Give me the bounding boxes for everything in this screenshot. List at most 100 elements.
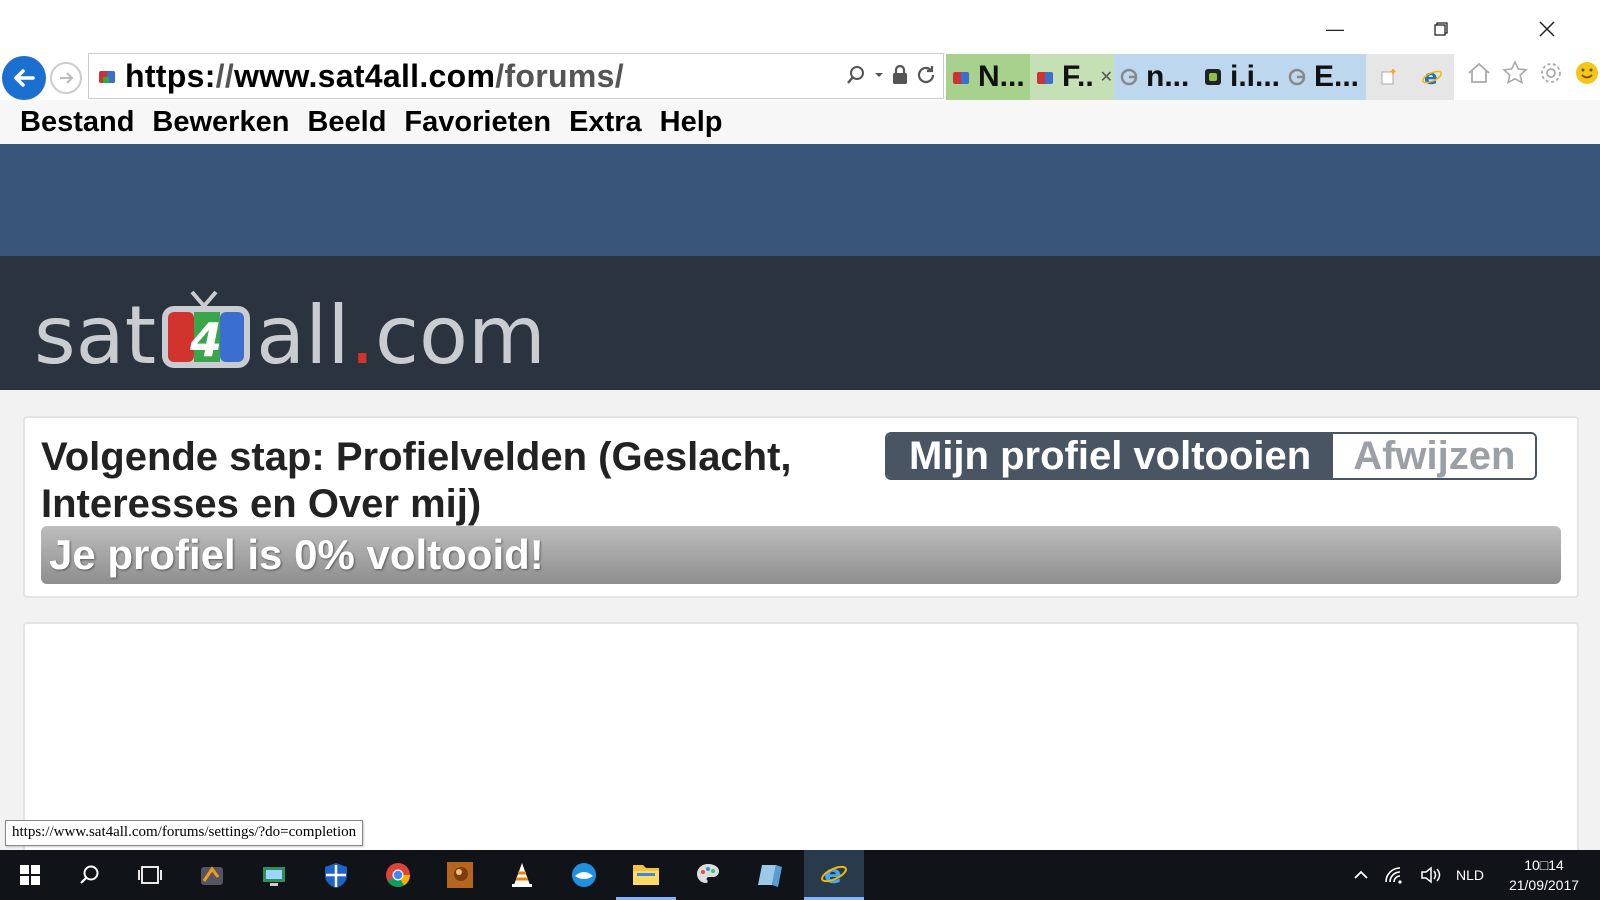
browser-toolbar-right [1466,60,1600,86]
tv-favicon-icon [1037,72,1053,84]
next-step-text: Volgende stap: Profielvelden (Geslacht, … [41,435,792,526]
back-button[interactable] [2,56,46,100]
new-tab-icon [1381,69,1396,85]
taskbar-app-chrome[interactable] [368,850,428,900]
lock-icon[interactable] [891,64,909,86]
dropdown-chevron-icon[interactable] [873,70,885,80]
menu-favorieten[interactable]: Favorieten [404,106,551,139]
url-path: /forums/ [495,57,624,94]
monitor-app-icon [263,867,285,886]
tab-2-label: F.. [1062,60,1094,93]
task-view-button[interactable] [120,850,180,900]
chevron-up-icon[interactable] [1352,868,1370,882]
taskbar-app-tools[interactable] [182,850,242,900]
complete-profile-button[interactable]: Mijn profiel voltooien [887,434,1334,478]
windows-taskbar: e NLD 10□14 21/09/2017 [0,850,1600,900]
svg-text:e: e [1424,66,1438,88]
star-icon[interactable] [1502,60,1528,86]
clock[interactable]: 10□14 21/09/2017 [1498,855,1590,895]
url-slashes: // [215,57,235,94]
svg-text:4: 4 [189,313,222,367]
photo-app-icon [447,862,473,888]
tab-1-label: N... [978,60,1025,93]
smiley-feedback-icon[interactable] [1574,60,1600,86]
tab-4-label: i.i... [1230,60,1281,93]
forward-arrow-icon [60,72,74,84]
window-titlebar: — [0,0,1600,52]
menu-bewerken[interactable]: Bewerken [152,106,289,139]
folder-icon [633,864,659,885]
tab-1[interactable]: N... [946,54,1030,100]
tab-4[interactable]: i.i... [1198,54,1282,100]
ie-tab-button[interactable]: e [1410,54,1454,100]
notes-app-icon [758,865,782,887]
start-button[interactable] [0,850,60,900]
completion-button-group: Mijn profiel voltooien Afwijzen [885,432,1538,480]
address-bar[interactable]: https://www.sat4all.com/forums/ [88,53,944,99]
taskbar-app-monitor[interactable] [244,850,304,900]
new-tab-button[interactable] [1366,54,1410,100]
taskbar-search-button[interactable] [60,850,120,900]
site-logo[interactable]: sat 4 all. com [34,276,546,376]
taskbar-app-explorer[interactable] [616,850,676,900]
tab-3-label: n... [1146,60,1190,93]
navigation-bar: https://www.sat4all.com/forums/ N... F..… [0,52,1600,100]
tab-strip: N... F.. ✕ n... i.i... E... e [946,54,1454,100]
ie-logo-icon: e [1422,66,1442,88]
taskbar-app-vlc[interactable] [492,850,552,900]
menu-bar: Bestand Bewerken Beeld Favorieten Extra … [0,100,1600,144]
gear-icon[interactable] [1538,60,1564,86]
task-view-icon [138,866,162,884]
close-icon[interactable] [1524,14,1570,44]
tab-3[interactable]: n... [1114,54,1198,100]
taskbar-app-paint[interactable] [678,850,738,900]
vlc-cone-icon [512,863,532,887]
minimize-icon[interactable]: — [1312,14,1358,44]
windows-logo-icon [20,865,40,885]
menu-help[interactable]: Help [660,106,723,139]
status-link-preview: https://www.sat4all.com/forums/settings/… [5,820,364,846]
svg-text:e: e [824,860,842,889]
palette-icon [697,864,719,883]
dismiss-button[interactable]: Afwijzen [1333,434,1536,478]
google-favicon-icon [1120,68,1138,86]
search-icon[interactable] [845,64,867,86]
logo-text-sat: sat [34,289,157,382]
logo-text-dot: . [349,289,375,382]
url-scheme: https: [125,57,216,94]
search-icon [80,865,99,884]
back-arrow-icon [14,69,35,87]
forward-button[interactable] [50,62,82,94]
profile-completion-panel: Volgende stap: Profielvelden (Geslacht, … [23,416,1579,598]
wifi-icon[interactable] [1384,866,1406,884]
url-host: www.sat4all.com [234,57,496,94]
taskbar-app-defender[interactable] [306,850,366,900]
system-tray: NLD 10□14 21/09/2017 [1352,850,1590,900]
taskbar-app-thunderbird[interactable] [554,850,614,900]
menu-beeld[interactable]: Beeld [307,106,386,139]
clock-time: 10□14 [1524,857,1564,873]
shield-icon [325,863,347,888]
restore-icon[interactable] [1418,14,1464,44]
input-language[interactable]: NLD [1456,867,1484,883]
volume-icon[interactable] [1420,866,1442,884]
menu-extra[interactable]: Extra [569,106,642,139]
tab-close-icon[interactable]: ✕ [1100,67,1113,87]
taskbar-app-notes[interactable] [740,850,800,900]
refresh-icon[interactable] [915,64,937,86]
taskbar-app-internet-explorer[interactable]: e [804,850,864,900]
clock-date: 21/09/2017 [1508,877,1580,893]
tv-logo-icon: 4 [158,290,254,370]
taskbar-app-photos[interactable] [430,850,490,900]
tab-5-label: E... [1314,60,1360,93]
tab-2[interactable]: F.. ✕ [1030,54,1114,100]
tab-5[interactable]: E... [1282,54,1366,100]
progress-text: Je profiel is 0% voltooid! [49,531,544,578]
home-icon[interactable] [1466,60,1492,86]
green-square-favicon-icon [1205,69,1221,85]
chrome-icon [386,863,410,888]
site-header: sat 4 all. com [0,256,1600,390]
menu-bestand[interactable]: Bestand [20,106,134,139]
profile-progress-bar: Je profiel is 0% voltooid! [41,526,1561,584]
mail-bird-icon [572,863,596,887]
